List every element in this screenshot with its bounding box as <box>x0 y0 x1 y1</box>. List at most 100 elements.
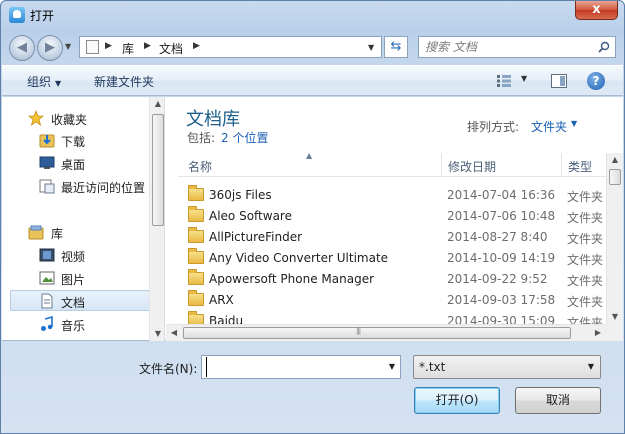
folder-icon <box>188 185 204 201</box>
nav-music[interactable]: 音乐 <box>22 314 164 335</box>
close-button[interactable]: x <box>575 1 618 20</box>
nav-documents[interactable]: 文档 <box>10 290 150 311</box>
column-name[interactable]: 名称 <box>188 158 212 175</box>
organize-button[interactable]: 组织 ▼ <box>27 73 61 90</box>
scroll-up-icon[interactable]: ▲ <box>607 153 623 167</box>
filetype-select[interactable]: *.txt ▼ <box>413 355 601 379</box>
new-folder-button[interactable]: 新建文件夹 <box>94 73 154 90</box>
file-list-scrollbar[interactable]: ▲ ▼ <box>606 153 623 324</box>
recent-pages-dropdown-icon[interactable]: ▼ <box>65 42 71 51</box>
download-folder-icon <box>39 134 55 148</box>
scrollbar-grip-icon: ||| <box>356 327 361 335</box>
file-list-pane: 文档库 包括: 2 个位置 排列方式: 文件夹 ▼ ▲ 名称 修改日期 类型 3… <box>166 97 606 341</box>
view-options-dropdown-icon[interactable]: ▼ <box>521 74 527 83</box>
scrollbar-thumb[interactable] <box>152 114 164 226</box>
folder-icon <box>188 206 204 222</box>
breadcrumb-separator-icon[interactable]: ▶ <box>144 41 151 51</box>
back-arrow-icon: ◀ <box>17 40 27 55</box>
file-type: 文件夹 <box>567 253 604 267</box>
preview-pane-icon[interactable] <box>551 74 567 88</box>
breadcrumb-separator-icon[interactable]: ▶ <box>193 41 200 51</box>
file-row[interactable]: ARX 2014-09-03 17:58 文件夹 <box>186 290 606 311</box>
nav-videos[interactable]: 视频 <box>22 245 164 266</box>
file-name: Aleo Software <box>209 209 292 223</box>
change-view-icon[interactable] <box>497 75 511 87</box>
nav-favorites[interactable]: 收藏夹 <box>22 108 164 129</box>
command-bar: 组织 ▼ 新建文件夹 ▼ ? <box>2 65 623 96</box>
refresh-button[interactable]: ⇆ <box>384 36 408 58</box>
breadcrumb-library[interactable]: 库 <box>122 40 134 57</box>
filename-input[interactable] <box>206 357 382 377</box>
refresh-icon: ⇆ <box>390 39 402 54</box>
folder-icon <box>188 269 204 285</box>
arrange-by-label: 排列方式: <box>467 120 520 134</box>
search-box[interactable] <box>418 36 616 58</box>
file-name: Apowersoft Phone Manager <box>209 272 375 286</box>
scrollbar-corner <box>606 324 623 341</box>
column-type[interactable]: 类型 <box>568 158 592 175</box>
scroll-up-icon[interactable]: ▲ <box>150 97 164 111</box>
address-bar[interactable]: ▶ 库 ▶ 文档 ▶ ▼ <box>79 36 382 58</box>
horizontal-scrollbar[interactable]: ◀ ||| ▶ <box>166 324 606 341</box>
forward-arrow-icon: ▶ <box>45 40 55 55</box>
scroll-down-icon[interactable]: ▼ <box>150 327 164 341</box>
column-divider[interactable] <box>561 153 562 177</box>
nav-desktop-label: 桌面 <box>61 158 86 172</box>
navigation-scrollbar[interactable]: ▲ ▼ <box>149 97 164 341</box>
scroll-right-icon[interactable]: ▶ <box>590 325 606 341</box>
nav-videos-label: 视频 <box>61 250 86 264</box>
file-date: 2014-10-09 14:19 <box>447 251 556 265</box>
file-row[interactable]: Any Video Converter Ultimate 2014-10-09 … <box>186 248 606 269</box>
file-type: 文件夹 <box>567 232 604 246</box>
library-includes-label: 包括: <box>187 131 216 145</box>
nav-recent-places[interactable]: 最近访问的位置 <box>22 176 164 197</box>
nav-downloads[interactable]: 下载 <box>22 130 164 151</box>
scroll-down-icon[interactable]: ▼ <box>607 310 623 324</box>
open-button[interactable]: 打开(O) <box>414 387 500 414</box>
nav-pictures[interactable]: 图片 <box>22 268 164 289</box>
scroll-left-icon[interactable]: ◀ <box>166 325 182 341</box>
picture-library-icon <box>39 271 55 285</box>
search-input[interactable] <box>425 38 595 56</box>
file-row[interactable]: Apowersoft Phone Manager 2014-09-22 9:52… <box>186 269 606 290</box>
chevron-down-icon[interactable]: ▼ <box>571 119 577 128</box>
library-locations-link[interactable]: 2 个位置 <box>221 129 268 146</box>
address-history-dropdown-icon[interactable]: ▼ <box>368 43 374 52</box>
file-type: 文件夹 <box>567 274 604 288</box>
filename-combobox[interactable]: ▼ <box>201 355 401 379</box>
search-icon[interactable] <box>598 41 610 53</box>
breadcrumb-separator-icon[interactable]: ▶ <box>105 41 112 51</box>
app-icon <box>9 7 25 23</box>
chevron-down-icon[interactable]: ▼ <box>389 362 395 371</box>
column-divider[interactable] <box>441 153 442 177</box>
file-name: Any Video Converter Ultimate <box>209 251 389 265</box>
nav-desktop[interactable]: 桌面 <box>22 153 164 174</box>
file-date: 2014-09-22 9:52 <box>447 272 548 286</box>
file-name: ARX <box>209 293 234 307</box>
arrange-by-dropdown[interactable]: 文件夹 <box>531 118 567 135</box>
file-row[interactable]: 360js Files 2014-07-04 16:36 文件夹 <box>186 185 606 206</box>
file-type: 文件夹 <box>567 190 604 204</box>
back-button[interactable]: ◀ <box>9 35 35 61</box>
scrollbar-thumb[interactable] <box>183 327 571 339</box>
file-row[interactable]: Aleo Software 2014-07-06 10:48 文件夹 <box>186 206 606 227</box>
open-dialog: 打开 x ◀ ▶ ▼ ▶ 库 ▶ 文档 ▶ ▼ ⇆ 组织▼ 新建文件夹 <box>0 0 625 434</box>
nav-documents-label: 文档 <box>61 296 86 310</box>
title-bar[interactable]: 打开 x <box>1 1 624 29</box>
column-date[interactable]: 修改日期 <box>448 158 496 175</box>
breadcrumb-documents[interactable]: 文档 <box>159 40 183 57</box>
cancel-button[interactable]: 取消 <box>515 387 601 414</box>
file-row[interactable]: AllPictureFinder 2014-08-27 8:40 文件夹 <box>186 227 606 248</box>
video-library-icon <box>39 248 55 262</box>
file-type: 文件夹 <box>567 295 604 309</box>
file-date: 2014-07-04 16:36 <box>447 188 556 202</box>
scrollbar-thumb[interactable] <box>609 169 621 185</box>
organize-label: 组织 <box>27 75 52 89</box>
file-name: 360js Files <box>209 188 272 202</box>
forward-button[interactable]: ▶ <box>37 35 63 61</box>
nav-libraries[interactable]: 库 <box>22 222 164 243</box>
help-icon[interactable]: ? <box>587 72 605 90</box>
folder-icon <box>188 248 204 264</box>
music-library-icon <box>41 316 53 331</box>
desktop-icon <box>39 156 55 169</box>
